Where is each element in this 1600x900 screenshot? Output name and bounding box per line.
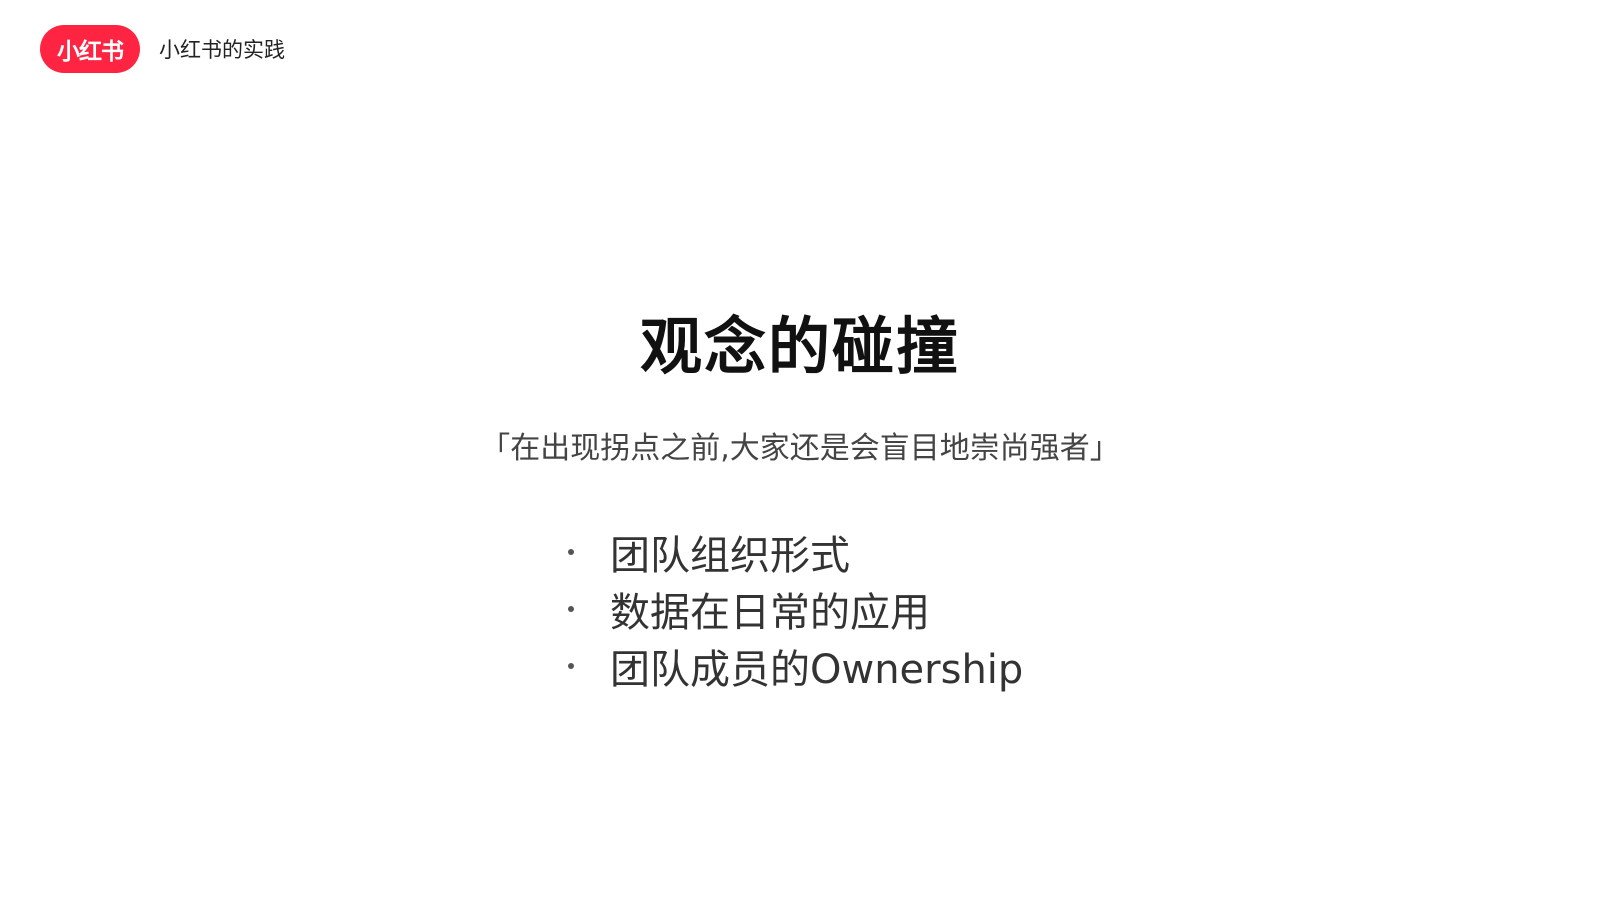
bullet-item: 团队组织形式 <box>568 523 1023 580</box>
bullet-item: 数据在日常的应用 <box>568 580 1023 637</box>
bullet-dot-icon <box>568 548 574 555</box>
bullet-text: 团队成员的Ownership <box>610 646 1024 693</box>
quote-text: 「在出现拐点之前,大家还是会盲目地崇尚强者」 <box>480 431 1120 466</box>
page-title: 观念的碰撞 <box>639 310 960 383</box>
bullet-item: 团队成员的Ownership <box>568 637 1023 694</box>
bullet-list: 团队组织形式 数据在日常的应用 团队成员的Ownership <box>568 523 1023 694</box>
bullet-dot-icon <box>568 662 574 669</box>
header-title: 小红书的实践 <box>159 38 285 62</box>
bullet-text: 数据在日常的应用 <box>610 589 930 636</box>
header: 小红书 小红书的实践 <box>40 25 285 73</box>
brand-logo: 小红书 <box>40 25 140 73</box>
bullet-dot-icon <box>568 605 574 612</box>
bullet-text: 团队组织形式 <box>610 532 850 579</box>
slide: 小红书 小红书的实践 观念的碰撞 「在出现拐点之前,大家还是会盲目地崇尚强者」 … <box>0 0 1600 900</box>
